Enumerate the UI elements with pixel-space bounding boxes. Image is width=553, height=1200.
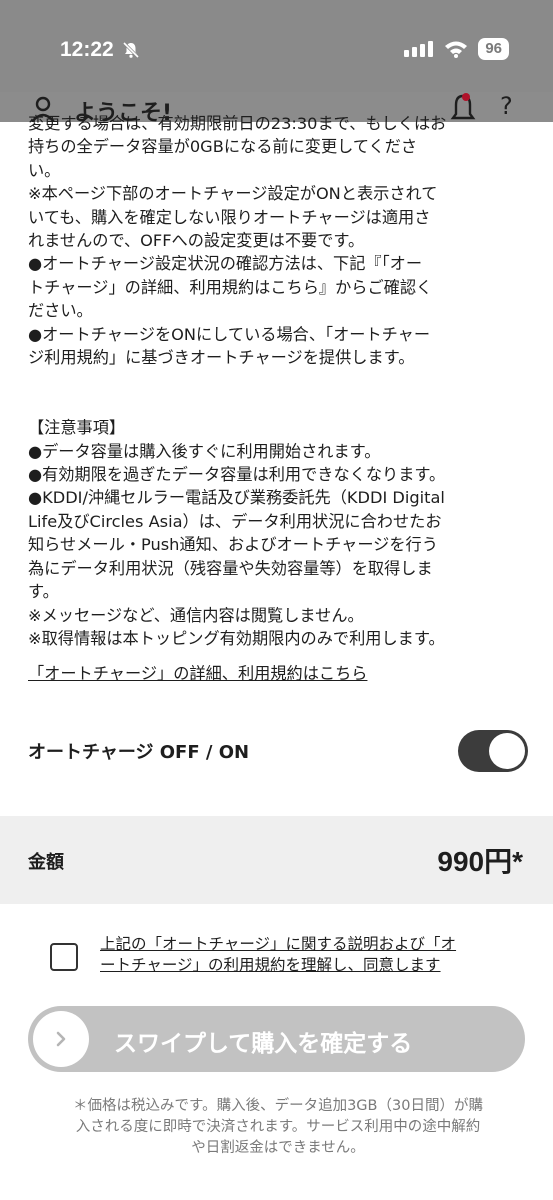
swipe-label: スワイプして購入を確定する [114, 1031, 413, 1057]
swipe-handle[interactable] [33, 1011, 89, 1067]
notes-heading: 【注意事項】 [28, 418, 126, 438]
body-line: れませんので、OFFへの設定変更は不要です。 [28, 231, 365, 251]
battery-level: 96 [478, 38, 509, 60]
body-line: ださい。 [28, 301, 93, 321]
charge-description: 変更する場合は、有効期限前日の23:30まで、もしくはお 持ちの全データ容量が0… [28, 112, 528, 650]
notes-line: す。 [28, 582, 59, 602]
status-time: 12:22 [60, 38, 114, 61]
notes-line: 知らせメール・Push通知、およびオートチャージを行う [28, 535, 438, 555]
body-line: ●オートチャージをONにしている場合、「オートチャー [28, 324, 431, 344]
chevron-right-icon [56, 1031, 66, 1047]
body-line: 変更する場合は、有効期限前日の23:30まで、もしくはお [28, 114, 447, 133]
auto-charge-row: オートチャージ OFF / ON [28, 730, 528, 772]
price-section: 金額 990円* [0, 816, 553, 904]
body-line: ジ利用規約」に基づきオートチャージを提供します。 [28, 348, 415, 368]
agreement-text[interactable]: 上記の「オートチャージ」に関する説明および「オ ートチャージ」の利用規約を理解し… [100, 934, 490, 976]
notes-line: Life及びCircles Asia）は、データ利用状況に合わせたお [28, 511, 442, 531]
agreement-checkbox[interactable] [50, 943, 78, 971]
auto-charge-toggle[interactable] [458, 730, 528, 772]
wifi-icon [445, 41, 468, 58]
body-line: 持ちの全データ容量が0GBになる前に変更してくださ [28, 137, 418, 157]
body-line: ※本ページ下部のオートチャージ設定がONと表示されて [28, 184, 438, 204]
notes-line: ※取得情報は本トッピング有効期限内のみで利用します。 [28, 628, 445, 648]
body-line: トチャージ」の詳細、利用規約はこちら』からご確認く [28, 277, 433, 297]
auto-charge-label: オートチャージ OFF / ON [28, 742, 250, 763]
swipe-to-purchase-slider[interactable]: スワイプして購入を確定する [28, 1006, 525, 1072]
notes-line: ※メッセージなど、通信内容は閲覧しません。 [28, 605, 364, 625]
footnote-line: ＊価格は税込みです。購入後、データ追加3GB（30日間）が購 [73, 1098, 483, 1114]
price-label: 金額 [28, 852, 64, 873]
agreement-row: 上記の「オートチャージ」に関する説明および「オ ートチャージ」の利用規約を理解し… [0, 934, 553, 982]
status-bar: 12:22 96 [0, 0, 553, 92]
auto-charge-terms-link[interactable]: 「オートチャージ」の詳細、利用規約はこちら [28, 660, 367, 684]
notes-line: 為にデータ利用状況（残容量や失効容量等）を取得しま [28, 558, 433, 578]
body-line: いても、購入を確定しない限りオートチャージは適用さ [28, 207, 431, 227]
body-line: ●オートチャージ設定状況の確認方法は、下記『「オー [28, 254, 423, 274]
notes-line: ●KDDI/沖縄セルラー電話及び業務委託先（KDDI Digital [28, 488, 445, 508]
body-line: い。 [28, 160, 61, 180]
notes-line: ●有効期限を過ぎたデータ容量は利用できなくなります。 [28, 465, 446, 485]
agreement-line: 上記の「オートチャージ」に関する説明および「オ [100, 935, 457, 953]
price-footnote: ＊価格は税込みです。購入後、データ追加3GB（30日間）が購 入される度に即時で… [28, 1096, 528, 1159]
toggle-knob [489, 733, 525, 769]
notes-line: ●データ容量は購入後すぐに利用開始されます。 [28, 441, 381, 461]
agreement-line: ートチャージ」の利用規約を理解し、同意します [100, 956, 441, 974]
footnote-line: や日割返金はできません。 [191, 1140, 365, 1156]
footnote-line: 入される度に即時で決済されます。サービス利用中の途中解約 [75, 1119, 481, 1135]
cellular-signal-icon [404, 41, 434, 57]
price-value: 990円* [437, 846, 523, 877]
bell-muted-icon [122, 41, 139, 59]
